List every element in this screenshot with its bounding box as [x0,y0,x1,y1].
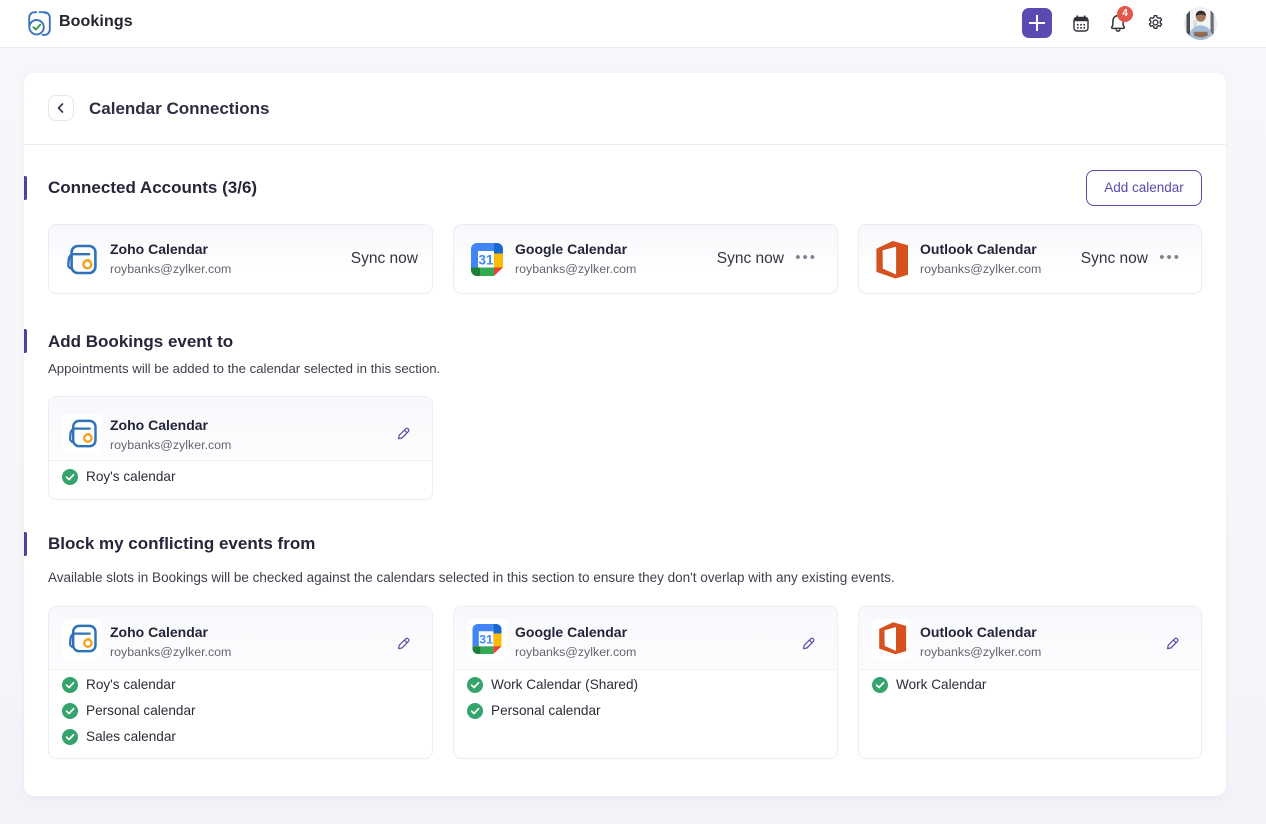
svg-text:31: 31 [478,253,494,268]
svg-text:31: 31 [479,633,493,647]
